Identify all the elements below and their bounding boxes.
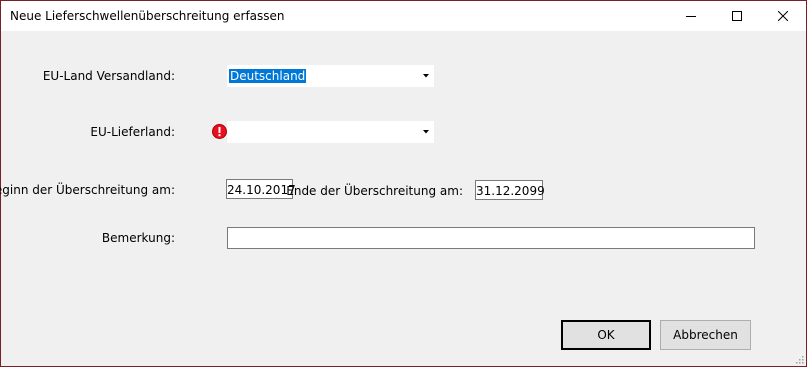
versandland-value: Deutschland <box>229 69 307 83</box>
bemerkung-label: Bemerkung: <box>101 231 175 245</box>
error-icon <box>212 124 227 139</box>
chevron-down-icon <box>423 130 429 134</box>
versandland-combobox[interactable]: Deutschland <box>227 65 434 87</box>
ok-button[interactable]: OK <box>561 320 651 350</box>
minimize-button[interactable] <box>668 1 714 31</box>
cancel-button[interactable]: Abbrechen <box>660 320 751 350</box>
window-title: Neue Lieferschwellenüberschreitung erfas… <box>10 9 285 23</box>
maximize-icon <box>732 11 742 21</box>
ende-label: Ende der Überschreitung am: <box>286 184 463 198</box>
beginn-label: Beginn der Überschreitung am: <box>0 183 175 197</box>
close-button[interactable] <box>760 1 806 31</box>
lieferland-label: EU-Lieferland: <box>90 125 175 139</box>
maximize-button[interactable] <box>714 1 760 31</box>
title-bar[interactable]: Neue Lieferschwellenüberschreitung erfas… <box>1 1 806 31</box>
beginn-date-field[interactable]: 24.10.2017 <box>226 179 296 199</box>
dialog-window: Neue Lieferschwellenüberschreitung erfas… <box>0 0 807 367</box>
dropdown-arrow-button[interactable] <box>418 121 434 143</box>
close-icon <box>778 11 788 21</box>
versandland-label: EU-Land Versandland: <box>42 69 175 83</box>
resize-grip-icon[interactable] <box>794 354 804 364</box>
minimize-icon <box>686 16 696 17</box>
ende-date-field[interactable]: 31.12.2099 <box>475 180 545 200</box>
dropdown-arrow-button[interactable] <box>418 65 434 87</box>
chevron-down-icon <box>423 74 429 78</box>
bemerkung-input[interactable] <box>227 227 755 249</box>
lieferland-combobox[interactable] <box>227 121 434 143</box>
